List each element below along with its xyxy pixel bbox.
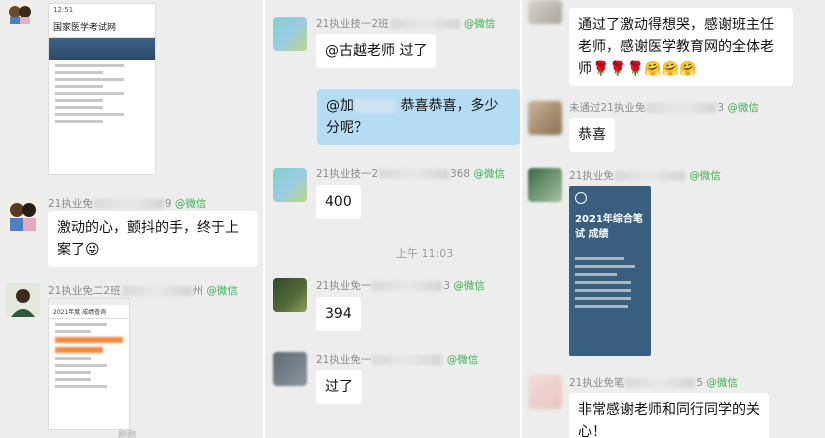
text-line [575,305,628,308]
chat-panel-left: 12:51 国家医学考试网 21执业免 9 @微信 激动的心，颤抖的手，终于上案了… [0,0,263,438]
avatar[interactable] [273,278,307,312]
score-card-image[interactable]: 2021年综合笔试 成绩 [569,186,651,356]
avatar[interactable] [273,17,307,51]
site-banner [49,38,155,60]
my-message-bubble[interactable]: @加 恭喜恭喜，多少分呢？ [317,89,520,145]
text-line [55,323,107,326]
avatar[interactable] [6,283,40,317]
avatar[interactable] [273,168,307,202]
message-text: 400 [325,194,352,210]
avatar[interactable] [528,101,562,135]
text-line [575,257,624,260]
text-line [55,85,103,88]
text-line [575,273,617,276]
text-line [55,364,107,367]
message-text: @古越老师 过了 [325,43,428,59]
avatar[interactable] [528,168,562,202]
text-line [55,71,103,74]
sender-name: 21执业免 @微信 [569,170,721,182]
message-text: 394 [325,306,352,322]
sender-name: 21执业免一 @微信 [316,354,479,366]
message-bubble[interactable]: 非常感谢老师和同行同学的关心！ [569,393,769,438]
message-bubble[interactable]: 激动的心，颤抖的手，终于上案了😜 [48,211,258,267]
shot-title: 2021年度 成绩查询 [49,305,129,319]
sender-name: 21执业免 9 @微信 [48,198,207,210]
sender-name: 未通过21执业免 3 @微信 [569,102,759,114]
sender-name: 21执业免一 3 @微信 [316,280,485,292]
emblem-icon [575,192,587,204]
text-line [55,378,91,381]
highlight-bar [55,337,123,343]
message-bubble[interactable]: 394 [316,297,361,331]
message-bubble[interactable]: 400 [316,185,361,219]
card-title: 2021年综合笔试 成绩 [575,214,643,240]
text-line [575,265,635,268]
text-line [55,385,107,388]
text-line [55,78,124,81]
text-line [55,92,124,95]
emoji: 😜 [85,242,100,258]
message-bubble[interactable]: 通过了激动得想哭，感谢班主任老师，感谢医学教育网的全体老师🌹🌹🌹🤗🤗🤗 [569,8,793,86]
text-line [575,289,631,292]
site-title: 国家医学考试网 [49,16,155,38]
score-screenshot[interactable]: 2021年度 成绩查询 [48,298,130,430]
text-line [55,99,103,102]
chat-panel-center: 21执业技一2班 @微信 @古越老师 过了 @加 恭喜恭喜，多少分呢？ 21执业… [265,0,520,438]
text-line [575,281,631,284]
sender-name: 21执业免笔 5 @微信 [569,377,738,389]
message-text: 过了 [325,379,353,395]
text-line [55,106,103,109]
avatar[interactable] [6,197,40,231]
avatar[interactable] [6,2,34,24]
message-bubble[interactable]: 恭喜 [569,118,615,152]
sender-name: 21执业技一2 368 @微信 [316,168,505,180]
chat-panel-right: 通过了激动得想哭，感谢班主任老师，感谢医学教育网的全体老师🌹🌹🌹🤗🤗🤗 未通过2… [522,0,825,438]
message-bubble[interactable]: @古越老师 过了 [316,34,437,68]
caption: 刚刚 [118,431,137,438]
avatar[interactable] [528,375,562,409]
text-line [55,371,91,374]
text-line [575,297,631,300]
emoji: 🌹🌹🌹🤗🤗🤗 [592,61,697,77]
text-line [55,113,124,116]
blurred-name [354,99,396,113]
sender-name: 21执业技一2班 @微信 [316,18,496,30]
message-bubble[interactable]: 过了 [316,370,362,404]
avatar[interactable] [273,352,307,386]
message-text: 非常感谢老师和同行同学的关心！ [578,402,760,438]
message-text: 恭喜 [578,127,606,143]
timestamp: 上午 11:03 [396,247,454,260]
text-line [55,120,103,123]
text-line [55,357,91,360]
exam-result-screenshot[interactable]: 12:51 国家医学考试网 [48,3,156,175]
text-line [55,330,91,333]
highlight-bar [55,347,103,353]
avatar[interactable] [528,0,562,24]
sender-name: 21执业免二2班州 @微信 [48,285,238,297]
mention: @加 [326,98,354,114]
text-line [55,64,124,67]
mini-status-time: 12:51 [53,6,74,14]
